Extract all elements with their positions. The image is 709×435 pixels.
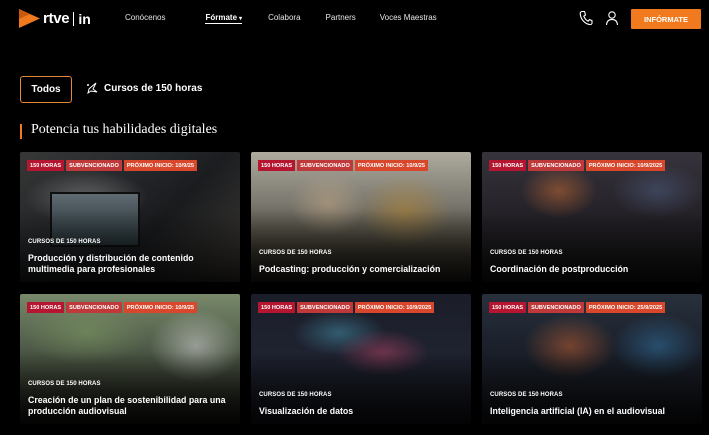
hours-badge: 150 HORAS	[489, 302, 527, 313]
card-category: CURSOS DE 150 HORAS	[28, 239, 101, 245]
badge-row: 150 HORAS SUBVENCIONADO PRÓXIMO INICIO: …	[489, 302, 666, 313]
badge-row: 150 HORAS SUBVENCIONADO PRÓXIMO INICIO: …	[27, 302, 197, 313]
card-gradient	[251, 152, 471, 282]
nav-item-voces-maestras[interactable]: Voces Maestras	[380, 13, 437, 24]
card-title: Creación de un plan de sostenibilidad pa…	[28, 395, 226, 416]
next-start-badge: PRÓXIMO INICIO: 10/9/2025	[354, 302, 435, 313]
subsidized-badge: SUBVENCIONADO	[528, 160, 584, 171]
subsidized-badge: SUBVENCIONADO	[297, 160, 353, 171]
rtve-logo-icon	[19, 9, 40, 28]
top-header: rtve in Conócenos Fórmate ▾ Colabora Part…	[0, 0, 709, 40]
logo-suffix: in	[78, 10, 91, 27]
hours-badge: 150 HORAS	[258, 302, 296, 313]
course-card[interactable]: 150 HORAS SUBVENCIONADO PRÓXIMO INICIO: …	[251, 294, 471, 424]
badge-row: 150 HORAS SUBVENCIONADO PRÓXIMO INICIO: …	[258, 160, 428, 171]
badge-row: 150 HORAS SUBVENCIONADO PRÓXIMO INICIO: …	[489, 160, 666, 171]
card-category: CURSOS DE 150 HORAS	[490, 392, 563, 398]
informate-button[interactable]: INFÓRMATE	[631, 9, 701, 29]
next-start-badge: PRÓXIMO INICIO: 10/9/25	[354, 160, 428, 171]
card-gradient	[482, 152, 702, 282]
course-card[interactable]: 150 HORAS SUBVENCIONADO PRÓXIMO INICIO: …	[251, 152, 471, 282]
phone-icon[interactable]	[579, 10, 593, 26]
course-card[interactable]: 150 HORAS SUBVENCIONADO PRÓXIMO INICIO: …	[482, 294, 702, 424]
card-title: Podcasting: producción y comercializació…	[259, 264, 441, 274]
next-start-badge: PRÓXIMO INICIO: 10/9/25	[123, 160, 197, 171]
hours-badge: 150 HORAS	[27, 160, 65, 171]
hours-badge: 150 HORAS	[27, 302, 65, 313]
course-card[interactable]: 150 HORAS SUBVENCIONADO PRÓXIMO INICIO: …	[482, 152, 702, 282]
user-icon[interactable]	[605, 10, 619, 26]
next-start-badge: PRÓXIMO INICIO: 10/9/2025	[585, 160, 666, 171]
card-title: Coordinación de postproducción	[490, 264, 629, 274]
card-title: Inteligencia artificial (IA) en el audio…	[490, 406, 666, 416]
sparkle-icon	[86, 82, 98, 95]
filter-all-button[interactable]: Todos	[20, 76, 72, 103]
course-card[interactable]: 150 HORAS SUBVENCIONADO PRÓXIMO INICIO: …	[20, 152, 240, 282]
badge-row: 150 HORAS SUBVENCIONADO PRÓXIMO INICIO: …	[258, 302, 435, 313]
subsidized-badge: SUBVENCIONADO	[66, 302, 122, 313]
hours-badge: 150 HORAS	[489, 160, 527, 171]
card-title: Producción y distribución de contenido m…	[28, 253, 194, 274]
next-start-badge: PRÓXIMO INICIO: 10/9/25	[123, 302, 197, 313]
main-nav: Conócenos Fórmate ▾ Colabora Partners Voc…	[125, 13, 437, 24]
subsidized-badge: SUBVENCIONADO	[528, 302, 584, 313]
chevron-down-icon: ▾	[239, 16, 243, 22]
course-card[interactable]: 150 HORAS SUBVENCIONADO PRÓXIMO INICIO: …	[20, 294, 240, 424]
nav-item-label: Fórmate	[205, 13, 238, 22]
card-gradient	[482, 294, 702, 424]
badge-row: 150 HORAS SUBVENCIONADO PRÓXIMO INICIO: …	[27, 160, 197, 171]
card-title: Visualización de datos	[259, 406, 354, 416]
subsidized-badge: SUBVENCIONADO	[66, 160, 122, 171]
logo-divider	[73, 11, 75, 26]
card-category: CURSOS DE 150 HORAS	[28, 381, 101, 387]
rtve-in-logo[interactable]: rtve in	[19, 9, 91, 28]
filter-150-hours-button[interactable]: Cursos de 150 horas	[86, 82, 203, 95]
section-title: Potencia tus habilidades digitales	[31, 122, 218, 137]
hours-badge: 150 HORAS	[258, 160, 296, 171]
nav-item-conocenos[interactable]: Conócenos	[125, 13, 165, 24]
subsidized-badge: SUBVENCIONADO	[297, 302, 353, 313]
section-accent-bar	[20, 124, 22, 139]
logo-text: rtve	[43, 10, 70, 27]
nav-item-partners[interactable]: Partners	[326, 13, 356, 24]
filter-course-label: Cursos de 150 horas	[104, 82, 203, 94]
card-gradient	[251, 294, 471, 424]
card-category: CURSOS DE 150 HORAS	[490, 250, 563, 256]
card-category: CURSOS DE 150 HORAS	[259, 250, 332, 256]
nav-item-formate[interactable]: Fórmate ▾	[205, 13, 243, 24]
next-start-badge: PRÓXIMO INICIO: 25/9/2025	[585, 302, 666, 313]
card-category: CURSOS DE 150 HORAS	[259, 392, 332, 398]
nav-item-colabora[interactable]: Colabora	[268, 13, 300, 24]
